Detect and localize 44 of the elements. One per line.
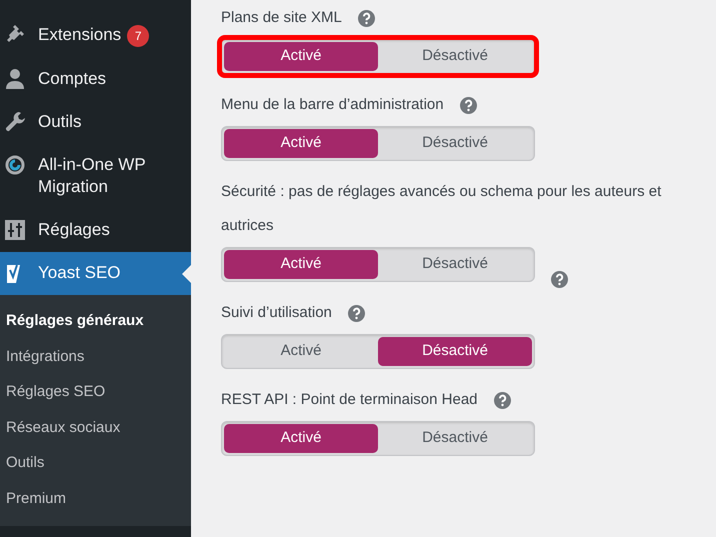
help-icon[interactable] bbox=[460, 96, 477, 114]
toggle-option[interactable]: Activé bbox=[224, 337, 378, 366]
ring-icon bbox=[4, 154, 26, 176]
update-count-badge: 7 bbox=[127, 25, 150, 47]
setting-label: Menu de la barre d’administration bbox=[221, 95, 444, 115]
toggle-option[interactable]: Désactivé bbox=[378, 42, 532, 71]
toggle-option[interactable]: Activé bbox=[224, 42, 378, 71]
sliders-icon bbox=[4, 219, 26, 241]
menu-label: Réglages bbox=[38, 219, 110, 241]
submenu-link[interactable]: Réglages généraux bbox=[0, 303, 191, 338]
setting-label: Sécurité : pas de réglages avancés ou schema pour les auteurs et autrices bbox=[221, 182, 662, 236]
submenu-link[interactable]: Premium bbox=[0, 480, 191, 516]
menu-label: Yoast SEO bbox=[38, 262, 121, 284]
toggle-option[interactable]: Désactivé bbox=[378, 129, 532, 158]
toggle-option[interactable]: Activé bbox=[224, 129, 378, 158]
help-icon[interactable] bbox=[348, 304, 365, 322]
submenu-link[interactable]: Réglages SEO bbox=[0, 374, 191, 410]
submenu-link[interactable]: Outils bbox=[0, 445, 191, 480]
setting-label: Plans de site XML bbox=[221, 8, 342, 28]
menu-label: Outils bbox=[38, 111, 82, 133]
sidebar-item[interactable]: Extensions 7 bbox=[0, 14, 191, 58]
sidebar-item[interactable]: Réglages bbox=[0, 209, 191, 252]
toggle-option[interactable]: Désactivé bbox=[378, 337, 532, 366]
sidebar-item[interactable]: Comptes bbox=[0, 58, 191, 101]
sidebar-item[interactable]: Outils bbox=[0, 101, 191, 144]
help-icon[interactable] bbox=[358, 10, 375, 26]
sidebar-item[interactable]: Yoast SEO bbox=[0, 252, 191, 295]
menu-label: Comptes bbox=[38, 68, 106, 90]
submenu-link[interactable]: Réseaux sociaux bbox=[0, 410, 191, 445]
wrench-icon bbox=[4, 111, 26, 133]
submenu-link[interactable]: Intégrations bbox=[0, 338, 191, 374]
menu-label: All-in-One WP Migration bbox=[38, 154, 146, 198]
toggle-option[interactable]: Désactivé bbox=[378, 250, 532, 279]
toggle-option[interactable]: Activé bbox=[224, 424, 378, 453]
menu-label: Extensions 7 bbox=[38, 24, 150, 47]
sidebar-item[interactable]: All-in-One WP Migration bbox=[0, 144, 191, 209]
setting-label: Suivi d’utilisation bbox=[221, 303, 332, 323]
user-icon bbox=[4, 68, 26, 90]
toggle-option[interactable]: Désactivé bbox=[378, 424, 532, 453]
toggle-option[interactable]: Activé bbox=[224, 250, 378, 279]
help-icon[interactable] bbox=[494, 392, 511, 408]
setting-label: REST API : Point de terminaison Head bbox=[221, 390, 478, 410]
current-menu-pointer bbox=[182, 265, 191, 283]
help-icon[interactable] bbox=[551, 271, 568, 288]
